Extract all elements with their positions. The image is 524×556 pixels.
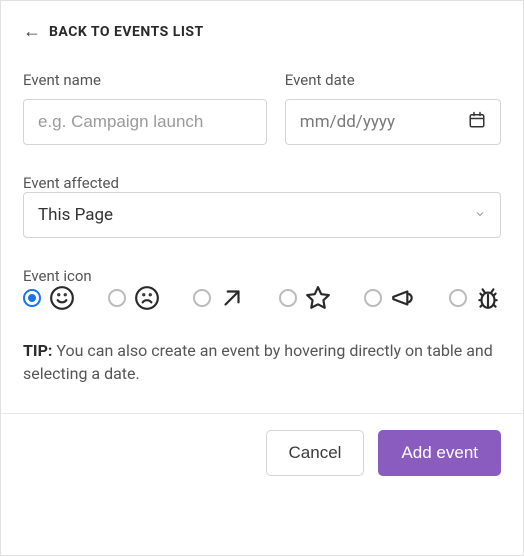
event-name-input[interactable]: [23, 99, 267, 145]
icon-option-megaphone[interactable]: [364, 285, 416, 311]
tip-body: You can also create an event by hovering…: [23, 341, 493, 383]
date-placeholder: mm/dd/yyyy: [300, 112, 395, 132]
icon-option-frown[interactable]: [108, 285, 160, 311]
bug-icon: [475, 285, 501, 311]
event-icon-group: Event icon: [23, 266, 501, 311]
add-event-button[interactable]: Add event: [378, 430, 501, 476]
radio-icon: [23, 289, 41, 307]
event-date-group: Event date mm/dd/yyyy: [285, 71, 501, 145]
back-to-events-link[interactable]: ← BACK TO EVENTS LIST: [23, 23, 501, 41]
icon-option-smile[interactable]: [23, 285, 75, 311]
tip-text: TIP: You can also create an event by hov…: [23, 339, 501, 385]
radio-icon: [193, 289, 211, 307]
back-label: BACK TO EVENTS LIST: [49, 24, 204, 40]
star-icon: [305, 285, 331, 311]
calendar-icon: [468, 111, 486, 134]
cancel-button[interactable]: Cancel: [266, 430, 365, 476]
radio-icon: [449, 289, 467, 307]
smile-icon: [49, 285, 75, 311]
arrow-up-right-icon: [219, 285, 245, 311]
event-date-input[interactable]: mm/dd/yyyy: [285, 99, 501, 145]
event-affected-label: Event affected: [23, 174, 119, 192]
radio-icon: [364, 289, 382, 307]
icon-option-star[interactable]: [279, 285, 331, 311]
event-name-group: Event name: [23, 71, 267, 145]
event-affected-value: This Page: [38, 205, 113, 225]
icon-option-bug[interactable]: [449, 285, 501, 311]
event-affected-select[interactable]: This Page: [23, 192, 501, 238]
megaphone-icon: [390, 285, 416, 311]
arrow-left-icon: ←: [23, 23, 41, 41]
radio-icon: [108, 289, 126, 307]
frown-icon: [134, 285, 160, 311]
event-affected-group: Event affected This Page: [23, 173, 501, 238]
icon-option-arrow[interactable]: [193, 285, 245, 311]
radio-icon: [279, 289, 297, 307]
event-date-label: Event date: [285, 71, 501, 89]
tip-label: TIP:: [23, 341, 52, 360]
chevron-down-icon: [474, 208, 486, 223]
event-name-label: Event name: [23, 71, 267, 89]
footer-actions: Cancel Add event: [1, 414, 523, 492]
event-icon-label: Event icon: [23, 267, 92, 285]
